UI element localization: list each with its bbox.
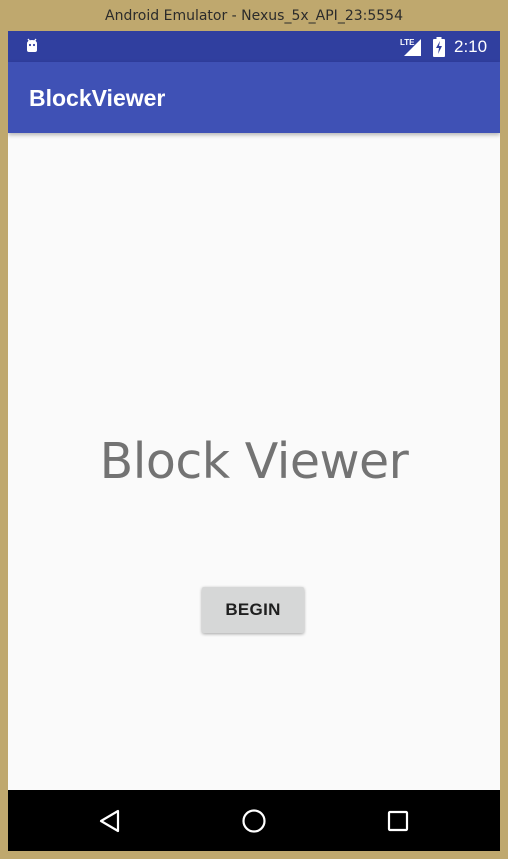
emulator-window: Android Emulator - Nexus_5x_API_23:5554 …	[0, 0, 508, 859]
status-bar: LTE 2:10	[8, 31, 500, 62]
status-time: 2:10	[454, 37, 488, 56]
begin-button[interactable]: BEGIN	[202, 587, 304, 633]
battery-charging-icon	[433, 37, 445, 57]
android-debug-icon	[24, 38, 40, 54]
home-circle-icon[interactable]	[241, 808, 267, 834]
main-content: Block Viewer BEGIN	[8, 133, 500, 790]
device-screen: LTE 2:10 BlockViewer Block Viewer BEGIN	[8, 31, 500, 851]
navigation-bar	[8, 790, 500, 851]
window-title: Android Emulator - Nexus_5x_API_23:5554	[105, 7, 403, 24]
headline-text: Block Viewer	[99, 433, 409, 490]
lte-signal-icon: LTE	[400, 37, 422, 57]
back-triangle-icon[interactable]	[99, 809, 121, 833]
recents-square-icon[interactable]	[387, 810, 409, 832]
app-title: BlockViewer	[29, 85, 166, 111]
window-titlebar: Android Emulator - Nexus_5x_API_23:5554	[0, 0, 508, 31]
lte-label: LTE	[400, 38, 415, 47]
app-bar: BlockViewer	[8, 62, 500, 133]
